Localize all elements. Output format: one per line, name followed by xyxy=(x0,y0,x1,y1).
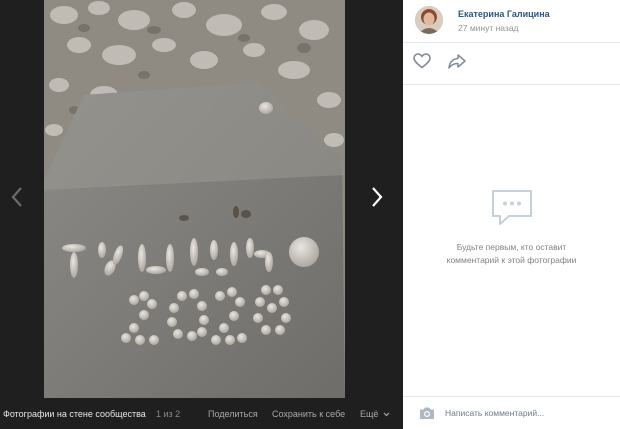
more-button[interactable]: Ещё xyxy=(360,409,390,419)
prev-photo-button[interactable] xyxy=(2,180,32,214)
comment-bar xyxy=(403,397,620,429)
share-button[interactable]: Поделиться xyxy=(208,409,258,419)
avatar-image xyxy=(415,6,443,34)
comments-icon xyxy=(491,190,532,225)
divider xyxy=(403,42,620,43)
save-to-self-button[interactable]: Сохранить к себе xyxy=(272,409,345,419)
next-photo-button[interactable] xyxy=(362,180,392,214)
viewer-bottom-bar: Фотографии на стене сообщества 1 из 2 По… xyxy=(0,398,403,429)
divider xyxy=(403,84,620,85)
more-label: Ещё xyxy=(360,409,379,419)
post-time[interactable]: 27 минут назад xyxy=(458,23,519,33)
attach-photo-button[interactable] xyxy=(419,406,435,425)
photo-counter: 1 из 2 xyxy=(156,409,181,419)
photo-image xyxy=(44,0,345,398)
avatar[interactable] xyxy=(415,6,443,34)
comment-input[interactable] xyxy=(445,405,605,421)
author-name[interactable]: Екатерина Галицина xyxy=(458,9,550,19)
photo-sidebar: Екатерина Галицина 27 минут назад Будьте… xyxy=(403,0,620,429)
camera-icon xyxy=(420,407,434,419)
share-icon xyxy=(448,54,466,69)
photo-viewer: Фотографии на стене сообщества 1 из 2 По… xyxy=(0,0,403,429)
heart-icon xyxy=(413,53,431,69)
chevron-left-icon xyxy=(11,187,22,207)
chevron-right-icon xyxy=(372,187,383,207)
empty-comments-text: Будьте первым, кто оставит комментарий к… xyxy=(446,242,577,265)
share-post-button[interactable] xyxy=(448,54,466,74)
chevron-down-icon xyxy=(383,412,390,417)
like-button[interactable] xyxy=(413,53,431,74)
photo[interactable] xyxy=(44,0,345,398)
empty-comments: Будьте первым, кто оставит комментарий к… xyxy=(403,188,620,267)
author-block: Екатерина Галицина 27 минут назад xyxy=(413,6,613,36)
album-label[interactable]: Фотографии на стене сообщества xyxy=(3,409,146,419)
